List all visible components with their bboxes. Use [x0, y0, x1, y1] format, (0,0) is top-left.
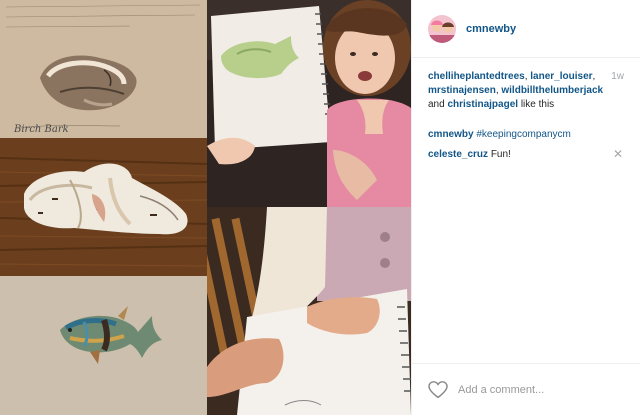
likes-summary: chelliheplantedtrees, laner_louiser, mrs… [428, 71, 604, 110]
birch-bark-sketch-photo: Birch Bark [0, 0, 207, 138]
birch-bark-photo [0, 138, 207, 276]
avatar[interactable] [428, 14, 456, 43]
likes-row: chelliheplantedtrees, laner_louiser, mrs… [428, 70, 624, 112]
hands-on-sketchbook-photo [207, 207, 411, 415]
caption: cmnewby #keepingcompanycm [428, 128, 624, 142]
liker-link[interactable]: christinajpagel [447, 99, 518, 110]
child-with-drawing-photo [207, 0, 411, 207]
caption-username[interactable]: cmnewby [428, 129, 474, 140]
liker-link[interactable]: chelliheplantedtrees [428, 71, 525, 82]
close-icon[interactable]: ✕ [612, 148, 624, 160]
post-photo-collage[interactable]: Birch Bark [0, 0, 411, 415]
post-details-panel: cmnewby chelliheplantedtrees, laner_loui… [411, 0, 640, 415]
comment-username[interactable]: celeste_cruz [428, 149, 488, 160]
likes-suffix-text: like this [520, 99, 555, 110]
comment-text: Fun! [490, 149, 511, 160]
liker-link[interactable]: mrstinajensen [428, 85, 496, 96]
post-age[interactable]: 1w [611, 70, 624, 84]
caption-hashtag[interactable]: #keepingcompanycm [476, 129, 571, 140]
sketch-caption: Birch Bark [14, 124, 69, 135]
fish-drawing-photo [0, 276, 207, 415]
post-footer [412, 363, 640, 415]
likes-and-text: and [428, 99, 445, 110]
add-comment-input[interactable] [458, 383, 608, 396]
liker-link[interactable]: laner_louiser [530, 71, 592, 82]
post-author-username[interactable]: cmnewby [466, 23, 516, 35]
liker-link[interactable]: wildbillthelumberjack [501, 85, 603, 96]
heart-outline-icon[interactable] [428, 380, 448, 399]
comment-item: celeste_cruz Fun! ✕ [428, 148, 624, 162]
post-body: chelliheplantedtrees, laner_louiser, mrs… [412, 58, 640, 162]
post-header: cmnewby [412, 0, 640, 58]
